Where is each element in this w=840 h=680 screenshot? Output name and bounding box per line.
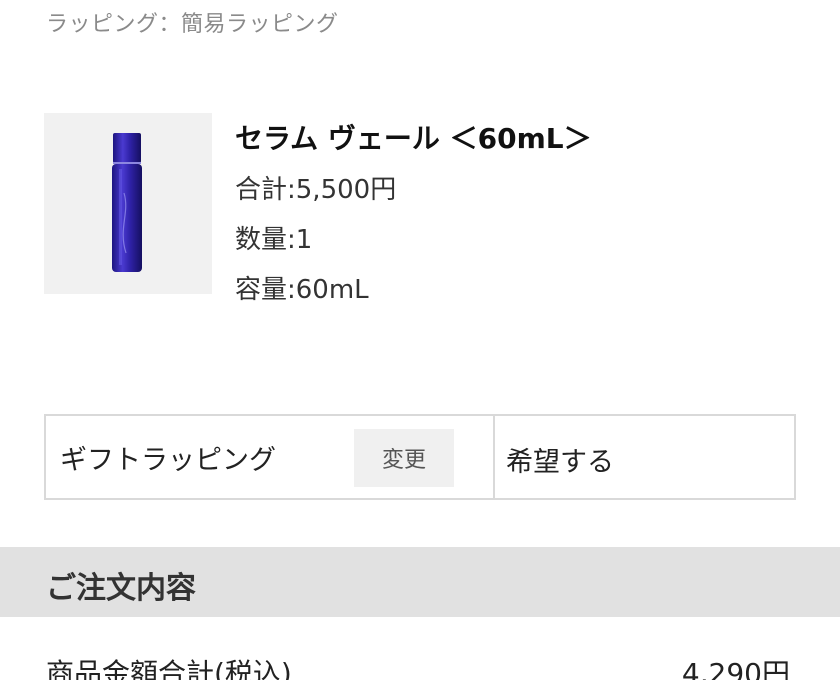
product-total: 合計:5,500円 xyxy=(235,175,397,205)
product-item: セラム ヴェール ＜60mL＞ 合計:5,500円 数量:1 容量:60mL xyxy=(44,113,804,305)
gift-wrapping-option: ギフトラッピング 変更 希望する xyxy=(44,414,796,500)
summary-row-subtotal: 商品金額合計(税込) 4,290円 xyxy=(0,652,840,680)
gift-wrapping-value: 希望する xyxy=(506,447,614,478)
gift-wrapping-label: ギフトラッピング xyxy=(60,445,276,476)
summary-value: 4,290円 xyxy=(681,657,790,680)
product-quantity: 数量:1 xyxy=(235,225,313,255)
divider xyxy=(493,416,495,498)
section-title: ご注文内容 xyxy=(46,571,196,606)
order-confirmation-page: ラッピング：簡易ラッピング セラム ヴェール ＜60mL＞ 合計:5,500円 … xyxy=(0,0,840,680)
product-volume: 容量:60mL xyxy=(235,275,369,305)
product-name: セラム ヴェール ＜60mL＞ xyxy=(235,122,592,155)
change-button[interactable]: 変更 xyxy=(354,429,454,487)
product-image xyxy=(44,113,212,294)
summary-label: 商品金額合計(税込) xyxy=(46,657,292,680)
order-summary-header: ご注文内容 xyxy=(0,547,840,617)
wrapping-note: ラッピング：簡易ラッピング xyxy=(46,12,339,37)
serum-bottle-icon xyxy=(112,133,142,272)
